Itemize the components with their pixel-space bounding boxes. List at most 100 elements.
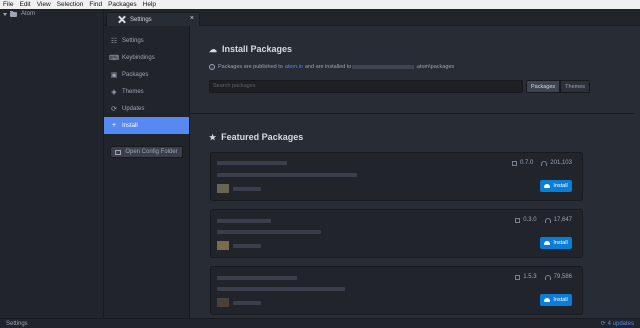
tab-settings[interactable]: Settings × [106, 12, 200, 26]
menu-file[interactable]: File [3, 1, 13, 8]
star-icon: ★ [209, 132, 217, 142]
info-prefix: Packages are published to [218, 64, 283, 70]
info-middle: and are installed to [304, 64, 352, 70]
folder-open-icon [115, 149, 122, 155]
close-icon[interactable]: × [190, 15, 194, 22]
sidebar-item-label: Themes [122, 88, 144, 95]
cloud-download-icon: ☁ [209, 44, 217, 54]
sidebar-item-install[interactable]: + Install [104, 117, 189, 134]
author-avatar [217, 184, 229, 193]
package-theme-toggle: Packages Themes [526, 80, 591, 93]
redacted-package-description [217, 173, 357, 177]
sidebar-item-label: Updates [122, 105, 145, 112]
redacted-package-name [217, 219, 271, 223]
install-panel: ☁ Install Packages ? Packages are publis… [190, 26, 640, 318]
package-stats: 0.3.0 17,647 [515, 217, 572, 223]
menu-view[interactable]: View [37, 1, 51, 8]
install-button[interactable]: Install [540, 180, 572, 192]
package-icon: ▣ [110, 71, 118, 79]
paintcan-icon: ◈ [111, 88, 117, 96]
package-version: 0.3.0 [523, 217, 537, 223]
tree-root-folder[interactable]: Atom [0, 9, 103, 19]
tools-icon [117, 15, 126, 24]
menu-edit[interactable]: Edit [19, 1, 30, 8]
package-card[interactable]: 1.5.3 79,586 Install [210, 266, 583, 315]
redacted-author-name [233, 187, 261, 191]
download-icon [541, 160, 548, 166]
redacted-author-name [233, 244, 261, 248]
search-packages-input[interactable]: Search packages [209, 80, 523, 93]
package-stats: 0.7.0 201,103 [511, 160, 572, 166]
menu-bar: File Edit View Selection Find Packages H… [0, 0, 640, 9]
toggle-packages-button[interactable]: Packages [526, 80, 561, 93]
package-version: 0.7.0 [519, 160, 534, 166]
author-avatar [217, 241, 229, 250]
package-version: 1.5.3 [523, 274, 537, 280]
open-config-folder-button[interactable]: Open Config Folder [110, 146, 183, 158]
featured-packages-title: Featured Packages [221, 132, 304, 142]
version-icon [511, 160, 517, 166]
redacted-author-name [233, 301, 261, 305]
cloud-download-icon [544, 241, 551, 245]
sidebar-item-updates[interactable]: ⟳ Updates [104, 100, 189, 117]
sidebar-item-label: Packages [122, 71, 149, 78]
redacted-package-description [217, 287, 345, 291]
author-avatar [217, 298, 229, 307]
info-suffix: .atom\packages [415, 64, 455, 70]
keyboard-icon: ⌨ [108, 54, 120, 62]
package-downloads: 201,103 [550, 160, 572, 166]
install-button-label: Install [553, 240, 568, 246]
sync-icon: ⟳ [111, 105, 117, 113]
cloud-download-icon [544, 298, 551, 302]
sliders-icon: ☷ [110, 37, 118, 45]
scrollbar[interactable] [635, 26, 640, 318]
redacted-package-name [217, 161, 287, 165]
settings-sidebar: ☷ Settings ⌨ Keybindings ▣ Packages ◈ Th… [104, 26, 190, 318]
sidebar-item-settings[interactable]: ☷ Settings [104, 32, 189, 49]
install-button[interactable]: Install [540, 294, 572, 306]
updates-indicator[interactable]: ⟳ 4 updates [600, 320, 634, 328]
toggle-themes-button[interactable]: Themes [560, 80, 591, 93]
install-packages-heading: ☁ Install Packages [209, 44, 292, 54]
tree-view: Atom [0, 9, 104, 318]
menu-find[interactable]: Find [89, 1, 102, 8]
menu-help[interactable]: Help [143, 1, 156, 8]
sidebar-item-themes[interactable]: ◈ Themes [104, 83, 189, 100]
install-button[interactable]: Install [540, 237, 572, 249]
featured-packages-heading: ★ Featured Packages [209, 132, 303, 142]
install-packages-title: Install Packages [222, 44, 293, 54]
redacted-package-name [217, 276, 297, 280]
tree-root-label: Atom [21, 11, 36, 17]
install-button-label: Install [553, 297, 568, 303]
download-icon [544, 217, 551, 223]
install-info-text: ? Packages are published to atom.io and … [209, 64, 454, 70]
sidebar-item-packages[interactable]: ▣ Packages [104, 66, 189, 83]
status-bar: Settings ⟳ 4 updates [0, 318, 640, 328]
plus-icon: + [111, 122, 117, 129]
atom-io-link[interactable]: atom.io [285, 64, 303, 70]
question-icon: ? [209, 64, 215, 70]
package-card[interactable]: 0.7.0 201,103 Install [210, 152, 583, 201]
download-icon [544, 274, 551, 280]
section-divider [190, 113, 640, 114]
open-config-folder-label: Open Config Folder [125, 149, 178, 155]
tab-label: Settings [130, 16, 152, 23]
package-stats: 1.5.3 79,586 [515, 274, 572, 280]
arrow-circle-icon: ⟳ [600, 321, 606, 327]
sidebar-item-keybindings[interactable]: ⌨ Keybindings [104, 49, 189, 66]
package-card[interactable]: 0.3.0 17,647 Install [210, 209, 583, 258]
folder-icon [10, 10, 17, 17]
sidebar-item-label: Install [122, 122, 138, 129]
version-icon [515, 274, 521, 280]
sidebar-item-label: Settings [122, 37, 144, 44]
redacted-package-description [217, 230, 321, 234]
sidebar-item-label: Keybindings [122, 54, 155, 61]
updates-label: 4 updates [607, 320, 634, 327]
menu-selection[interactable]: Selection [57, 1, 84, 8]
package-downloads: 79,586 [553, 274, 572, 280]
menu-packages[interactable]: Packages [108, 1, 137, 8]
cloud-download-icon [544, 184, 551, 188]
package-downloads: 17,647 [553, 217, 572, 223]
tab-bar: Settings × [104, 9, 640, 26]
install-button-label: Install [553, 183, 568, 189]
